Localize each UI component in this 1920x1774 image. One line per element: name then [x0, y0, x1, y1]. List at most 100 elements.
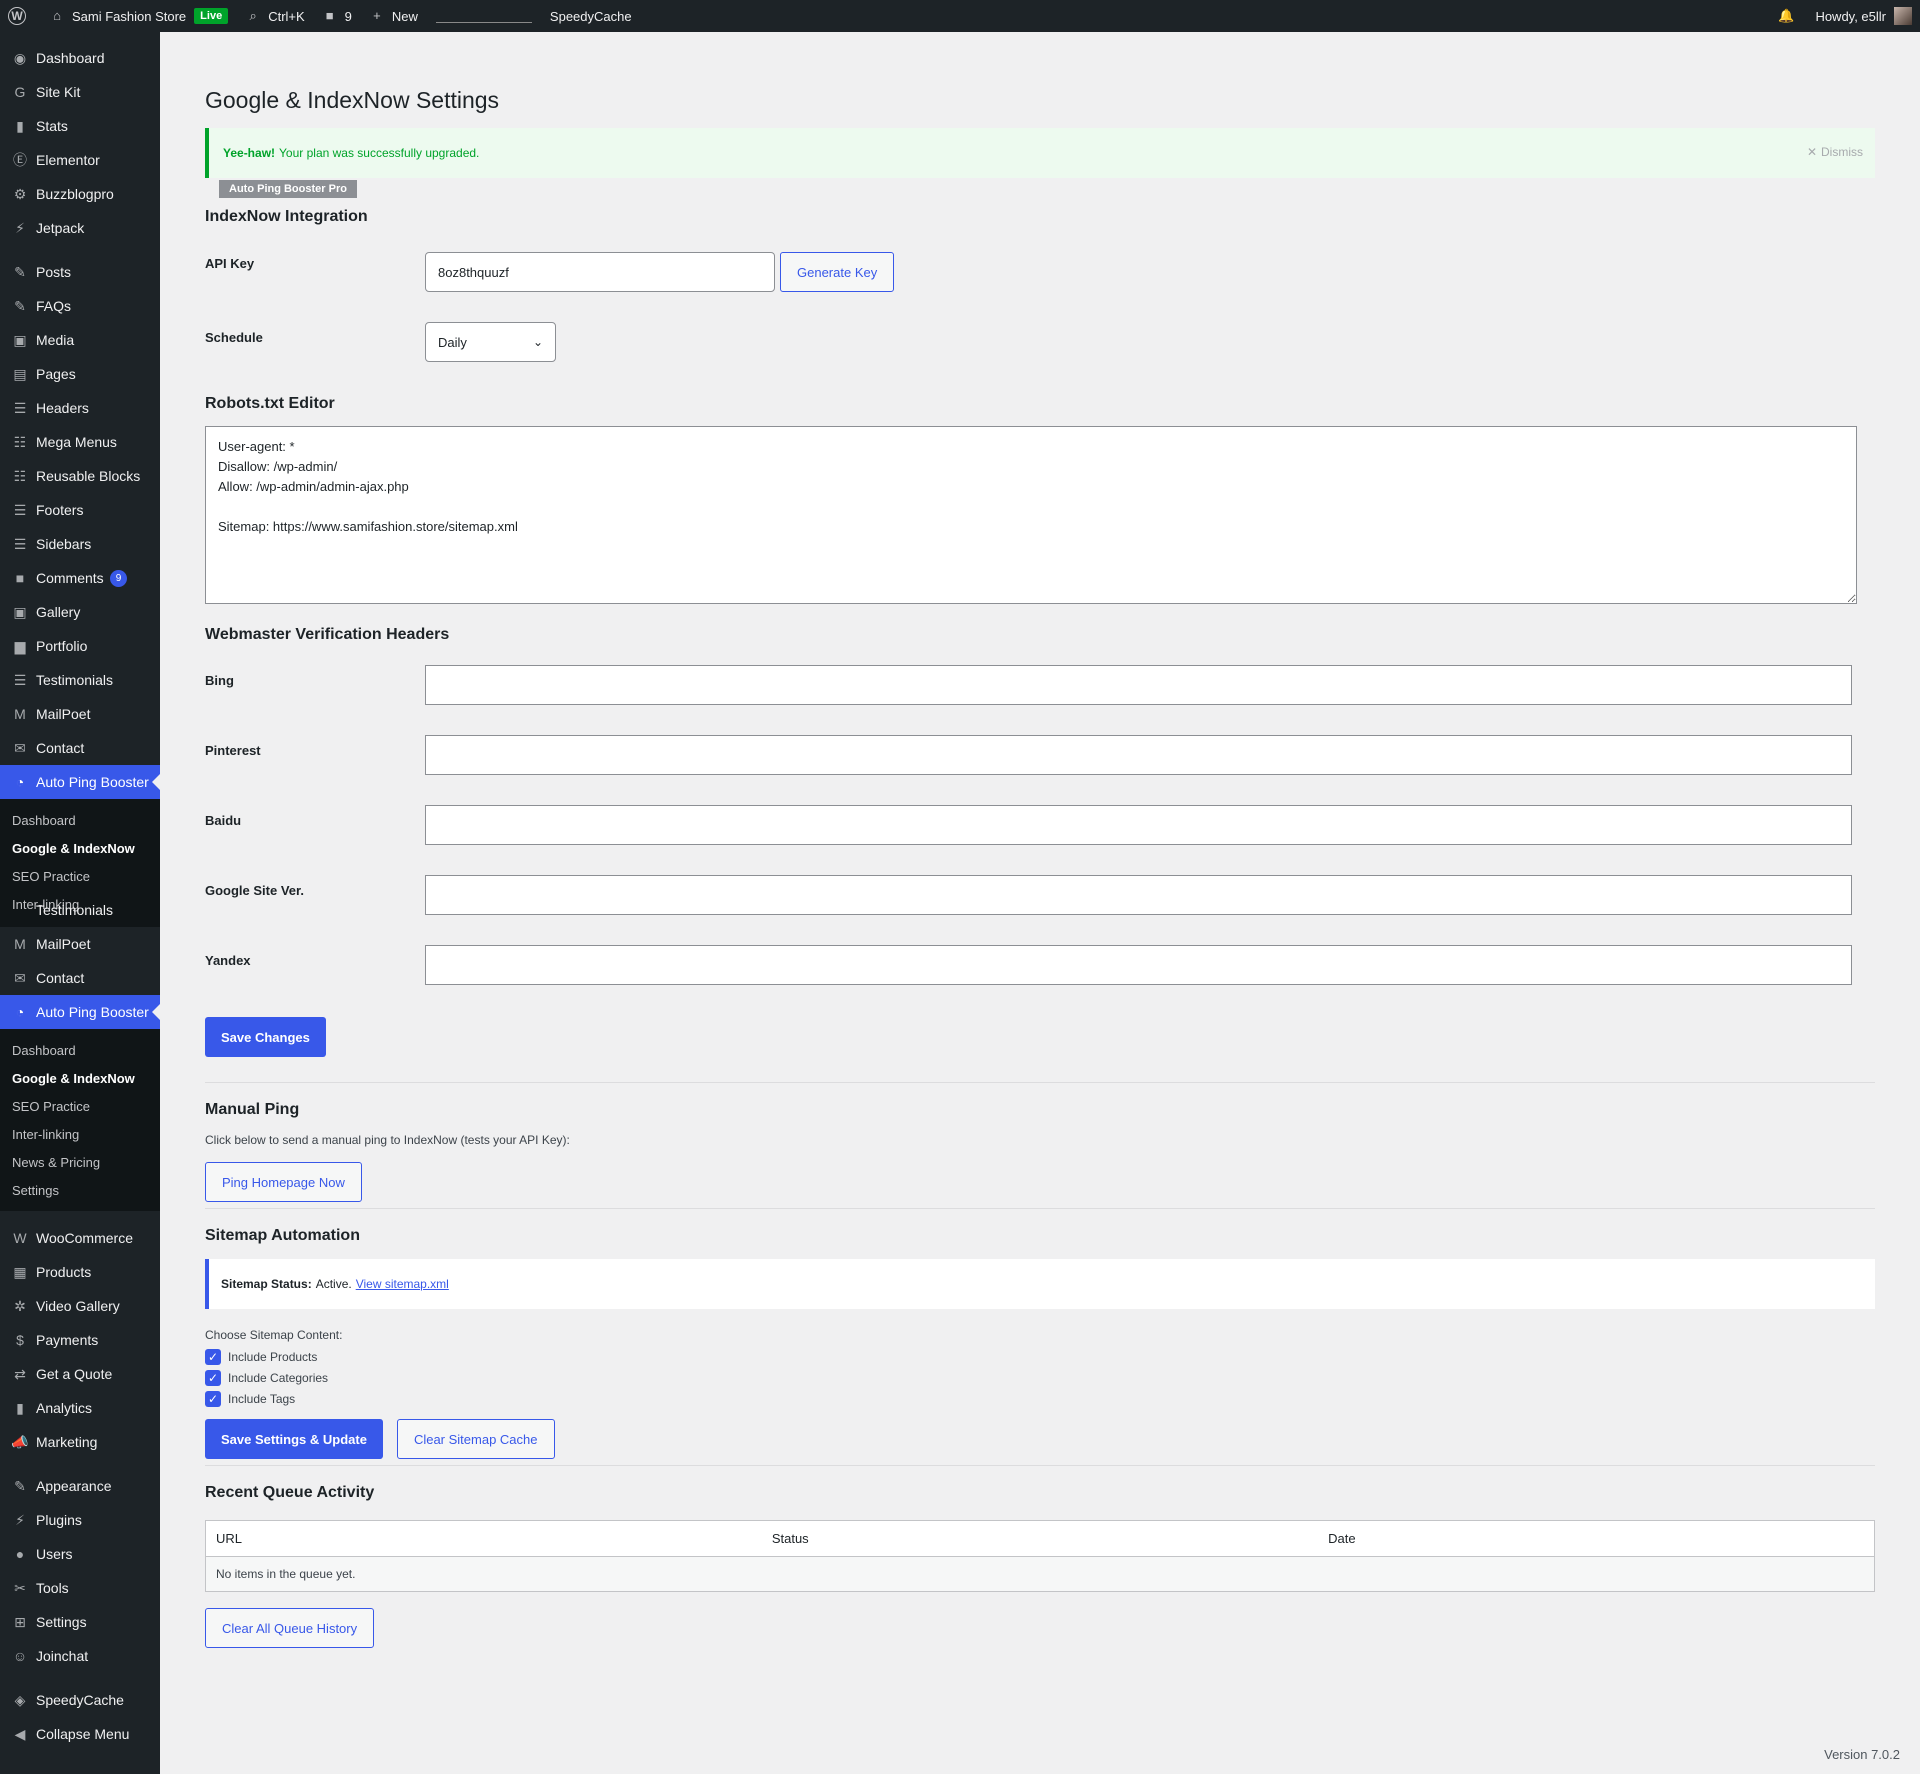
checkbox-checked-icon[interactable]: ✓: [205, 1390, 221, 1407]
submenu-item-dashboard[interactable]: Dashboard: [0, 1036, 160, 1064]
woocommerce-icon: W: [13, 1230, 27, 1246]
include-categories-checkbox-row[interactable]: ✓ Include Categories: [205, 1367, 1875, 1388]
clear-sitemap-cache-button[interactable]: Clear Sitemap Cache: [396, 1419, 555, 1459]
sidebar-item-gallery[interactable]: ▣ Gallery: [0, 595, 160, 629]
include-products-checkbox-row[interactable]: ✓ Include Products: [205, 1346, 1875, 1367]
sidebar-item-comments[interactable]: ■ Comments 9: [0, 561, 160, 595]
submenu-item-news-pricing[interactable]: News & Pricing: [0, 1148, 160, 1176]
search-shortcut[interactable]: ⌕ Ctrl+K: [236, 0, 312, 32]
sidebar-item-joinchat[interactable]: ☺ Joinchat: [0, 1639, 160, 1673]
sidebar-item-speedycache[interactable]: ◈ SpeedyCache: [0, 1683, 160, 1717]
generate-key-button[interactable]: Generate Key: [780, 252, 895, 292]
baidu-verification-input[interactable]: [425, 805, 1852, 845]
dismiss-button[interactable]: ✕ Dismiss: [1807, 145, 1863, 159]
submenu-item-seo-practice[interactable]: SEO Practice: [0, 1092, 160, 1120]
bell-icon[interactable]: 🔔: [1777, 7, 1795, 25]
verification-row: Google Site Ver.: [205, 875, 1875, 915]
speedycache-link[interactable]: SpeedyCache: [542, 0, 640, 32]
howdy-user[interactable]: Howdy, e5llr: [1815, 9, 1886, 24]
sidebar-item-portfolio[interactable]: ▆ Portfolio: [0, 629, 160, 663]
megaphone-icon: 📣: [11, 1433, 29, 1450]
checkbox-checked-icon[interactable]: ✓: [205, 1348, 221, 1365]
save-changes-button[interactable]: Save Changes: [205, 1017, 326, 1057]
sidebar-item-mailpoet[interactable]: M MailPoet: [0, 697, 160, 731]
table-header-row: URL Status Date: [205, 1520, 1875, 1557]
sidebar-item-auto-ping-booster[interactable]: ◔ Auto Ping Booster: [0, 765, 160, 799]
sidebar-item-auto-ping-booster-duplicate[interactable]: ◔ Auto Ping Booster: [0, 995, 160, 1029]
site-name-link[interactable]: ⌂ Sami Fashion Store Live: [40, 0, 236, 32]
submenu-item-dashboard[interactable]: Dashboard: [0, 806, 160, 834]
submenu-item-inter-linking[interactable]: Inter-linking: [0, 1120, 160, 1148]
sidebar-item-marketing[interactable]: 📣 Marketing: [0, 1425, 160, 1459]
sidebar-item-settings[interactable]: ⊞ Settings: [0, 1605, 160, 1639]
wordpress-logo-icon[interactable]: W: [0, 0, 40, 32]
submenu-item-seo-practice[interactable]: SEO Practice: [0, 862, 160, 890]
sidebar-item-label: Users: [36, 1546, 73, 1562]
sidebar-item-plugins[interactable]: ⚡ Plugins: [0, 1503, 160, 1537]
column-header-date: Date: [1318, 1520, 1875, 1557]
yandex-verification-input[interactable]: [425, 945, 1852, 985]
include-tags-checkbox-row[interactable]: ✓ Include Tags: [205, 1388, 1875, 1409]
sidebar-item-appearance[interactable]: ✎ Appearance: [0, 1469, 160, 1503]
sidebar-item-contact[interactable]: ✉ Contact: [0, 731, 160, 765]
submenu-item-settings[interactable]: Settings: [0, 1176, 160, 1204]
search-shortcut-label: Ctrl+K: [268, 8, 305, 24]
sidebar-item-site-kit[interactable]: G Site Kit: [0, 75, 160, 109]
view-sitemap-link[interactable]: View sitemap.xml: [356, 1277, 449, 1291]
sidebar-item-products[interactable]: ▦ Products: [0, 1255, 160, 1289]
sidebar-item-label: Gallery: [36, 604, 81, 620]
sidebar-item-label: Collapse Menu: [36, 1726, 130, 1742]
sidebar-item-posts[interactable]: ✎ Posts: [0, 255, 160, 289]
sidebar-item-dashboard[interactable]: ◉ Dashboard: [0, 41, 160, 75]
sidebar-item-payments[interactable]: $ Payments: [0, 1323, 160, 1357]
google-site-ver-verification-input[interactable]: [425, 875, 1852, 915]
avatar[interactable]: [1894, 7, 1912, 25]
new-content-link[interactable]: + New: [360, 0, 426, 32]
sidebar-item-media[interactable]: ▣ Media: [0, 323, 160, 357]
clear-queue-history-button[interactable]: Clear All Queue History: [205, 1608, 375, 1648]
robots-textarea[interactable]: User-agent: * Disallow: /wp-admin/ Allow…: [205, 426, 1857, 604]
webmaster-heading: Webmaster Verification Headers: [205, 626, 450, 643]
sidebar-item-elementor[interactable]: Ⓔ Elementor: [0, 143, 160, 177]
comments-link[interactable]: ■ 9: [313, 0, 360, 32]
schedule-select[interactable]: Daily ⌄: [425, 322, 556, 362]
sidebar-item-footers[interactable]: ☰ Footers: [0, 493, 160, 527]
ping-homepage-button[interactable]: Ping Homepage Now: [205, 1162, 362, 1202]
sidebar-item-reusable-blocks[interactable]: ☷ Reusable Blocks: [0, 459, 160, 493]
sidebar-item-testimonials[interactable]: ☰ Testimonials: [0, 663, 160, 697]
schedule-label: Schedule: [205, 330, 263, 345]
sidebar-item-label: SpeedyCache: [36, 1692, 124, 1708]
pinterest-verification-input[interactable]: [425, 735, 1852, 775]
submenu-item-google-indexnow[interactable]: Google & IndexNow: [0, 834, 160, 862]
sidebar-item-label: Contact: [36, 740, 85, 756]
close-icon: ✕: [1806, 145, 1817, 159]
sidebar-item-tools[interactable]: ✂ Tools: [0, 1571, 160, 1605]
google-site-ver-label: Google Site Ver.: [205, 883, 304, 898]
sidebar-item-stats[interactable]: ▮ Stats: [0, 109, 160, 143]
dismiss-label: Dismiss: [1821, 145, 1863, 159]
live-badge: Live: [194, 8, 229, 24]
stats-sparkline[interactable]: [435, 9, 532, 23]
sidebar-item-buzzblogpro[interactable]: ⚙ Buzzblogpro: [0, 177, 160, 211]
sidebar-item-contact[interactable]: ✉ Contact: [0, 961, 160, 995]
sidebar-item-mega-menus[interactable]: ☷ Mega Menus: [0, 425, 160, 459]
sidebar-item-pages[interactable]: ▤ Pages: [0, 357, 160, 391]
portfolio-icon: ▆: [14, 637, 26, 654]
sidebar-item-mailpoet[interactable]: M MailPoet: [0, 927, 160, 961]
sidebar-item-jetpack[interactable]: ⚡ Jetpack: [0, 211, 160, 245]
sidebar-item-faqs[interactable]: ✎ FAQs: [0, 289, 160, 323]
checkbox-checked-icon[interactable]: ✓: [205, 1369, 221, 1386]
sidebar-item-analytics[interactable]: ▮ Analytics: [0, 1391, 160, 1425]
gear-icon: ⚙: [13, 185, 27, 202]
bing-verification-input[interactable]: [425, 665, 1852, 705]
sidebar-item-headers[interactable]: ☰ Headers: [0, 391, 160, 425]
sidebar-item-collapse-menu[interactable]: ◀ Collapse Menu: [0, 1717, 160, 1751]
sidebar-item-sidebars[interactable]: ☰ Sidebars: [0, 527, 160, 561]
sidebar-item-woocommerce[interactable]: W WooCommerce: [0, 1221, 160, 1255]
sidebar-item-get-a-quote[interactable]: ⇄ Get a Quote: [0, 1357, 160, 1391]
save-settings-update-button[interactable]: Save Settings & Update: [205, 1419, 383, 1459]
sidebar-item-users[interactable]: ● Users: [0, 1537, 160, 1571]
sidebar-item-video-gallery[interactable]: ✲ Video Gallery: [0, 1289, 160, 1323]
submenu-item-google-indexnow[interactable]: Google & IndexNow: [0, 1064, 160, 1092]
api-key-input[interactable]: [425, 252, 775, 292]
